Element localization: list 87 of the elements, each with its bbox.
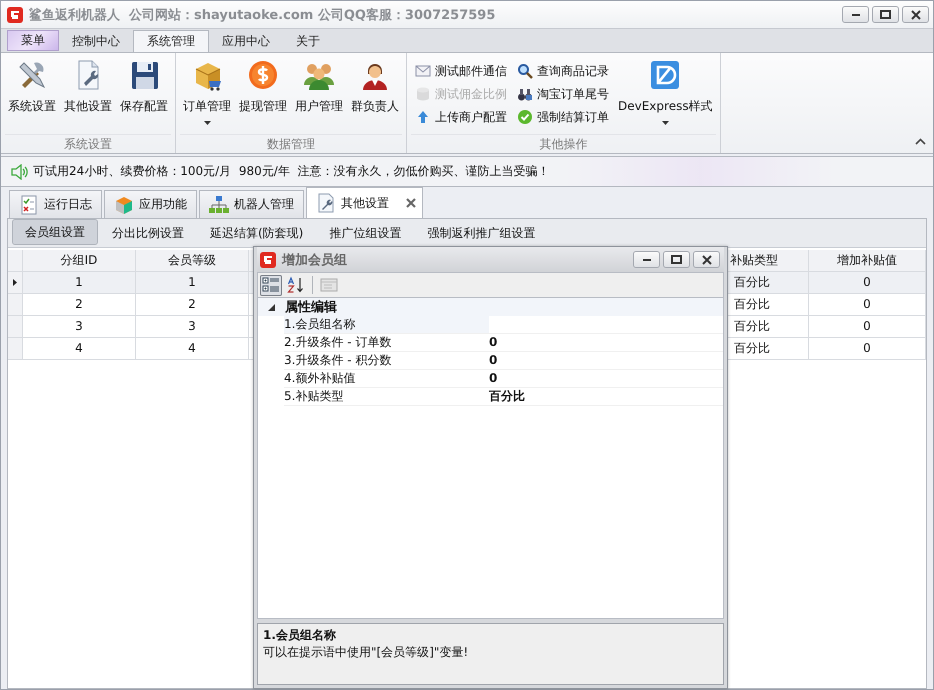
magnifier-icon bbox=[517, 63, 533, 79]
categorized-icon bbox=[262, 276, 280, 294]
window-title: 鲨鱼返利机器人 公司网站：shayutaoke.com 公司QQ客服：3007257595 bbox=[29, 6, 496, 24]
envelope-icon bbox=[415, 63, 431, 79]
ribbon-button[interactable]: 提现管理 bbox=[235, 57, 291, 134]
sort-icon bbox=[287, 276, 305, 294]
table-cell: 4 bbox=[23, 338, 136, 359]
ribbon-button[interactable]: 查询商品记录 bbox=[517, 61, 609, 81]
ribbon-button[interactable]: 淘宝订单尾号 bbox=[517, 84, 609, 104]
stylized-d-icon bbox=[649, 59, 682, 91]
property-name[interactable]: 1.会员组名称 bbox=[284, 316, 489, 333]
app-logo-icon bbox=[260, 252, 276, 268]
document-tab[interactable]: 机器人管理 bbox=[199, 190, 304, 218]
upload-arrow-icon bbox=[415, 109, 431, 125]
ribbon-tab[interactable]: 应用中心 bbox=[209, 31, 283, 52]
table-cell: 0 bbox=[809, 338, 926, 359]
group-caption: 系统设置 bbox=[5, 134, 171, 153]
sub-tab[interactable]: 推广位组设置 bbox=[317, 221, 414, 245]
ribbon-button[interactable]: 上传商户配置 bbox=[415, 107, 507, 127]
close-icon[interactable] bbox=[406, 198, 416, 208]
close-button[interactable] bbox=[902, 6, 929, 23]
coin-stack-icon bbox=[415, 86, 431, 102]
check-circle-icon bbox=[517, 109, 533, 125]
document-tab[interactable]: 其他设置 bbox=[306, 187, 423, 218]
wrench-document-icon bbox=[316, 193, 336, 213]
table-cell: 2 bbox=[23, 294, 136, 315]
table-cell: 0 bbox=[809, 316, 926, 337]
ribbon-tab[interactable]: 控制中心 bbox=[59, 31, 133, 52]
document-tab[interactable]: 应用功能 bbox=[104, 190, 197, 218]
dialog-title: 增加会员组 bbox=[282, 252, 347, 268]
speaker-icon bbox=[11, 164, 29, 180]
table-cell: 3 bbox=[136, 316, 249, 337]
description-title: 1.会员组名称 bbox=[263, 627, 337, 644]
row-indicator-icon bbox=[13, 279, 17, 286]
maximize-icon bbox=[671, 255, 682, 264]
column-header: 会员等级 bbox=[136, 250, 249, 271]
minimize-icon bbox=[852, 14, 860, 16]
group-caption: 数据管理 bbox=[180, 134, 402, 153]
table-cell: 1 bbox=[136, 272, 249, 293]
maximize-button[interactable] bbox=[663, 251, 690, 268]
sub-tab[interactable]: 分出比例设置 bbox=[100, 221, 196, 245]
app-menu-button[interactable]: 菜单 bbox=[7, 30, 59, 51]
ribbon-button[interactable]: 强制结算订单 bbox=[517, 107, 609, 127]
ribbon-button[interactable]: 系统设置 bbox=[4, 57, 60, 134]
document-tab[interactable]: 运行日志 bbox=[9, 190, 102, 218]
categorized-button[interactable] bbox=[260, 274, 282, 296]
dollar-coin-icon bbox=[247, 59, 279, 91]
table-cell: 1 bbox=[23, 272, 136, 293]
minimize-button[interactable] bbox=[633, 251, 660, 268]
ribbon-button[interactable]: 测试邮件通信 bbox=[415, 61, 507, 81]
ribbon-button[interactable]: 保存配置 bbox=[116, 57, 172, 134]
sub-tab[interactable]: 延迟结算(防套现) bbox=[198, 221, 316, 245]
ribbon-button[interactable]: 订单管理 bbox=[179, 57, 235, 134]
column-header: 分组ID bbox=[23, 250, 136, 271]
ribbon-tab[interactable]: 系统管理 bbox=[133, 30, 209, 52]
ribbon-button[interactable]: DevExpress样式 bbox=[614, 57, 717, 134]
minimize-button[interactable] bbox=[842, 6, 869, 23]
table-cell: 3 bbox=[23, 316, 136, 337]
close-icon bbox=[910, 10, 920, 20]
close-button[interactable] bbox=[693, 251, 720, 268]
sub-tab[interactable]: 强制返利推广组设置 bbox=[415, 221, 548, 245]
table-cell: 2 bbox=[136, 294, 249, 315]
property-pages-icon bbox=[320, 276, 338, 294]
table-cell: 4 bbox=[136, 338, 249, 359]
collapse-ribbon-icon bbox=[915, 138, 926, 145]
maximize-icon bbox=[880, 10, 891, 19]
minimize-icon bbox=[642, 258, 650, 260]
column-header: 增加补贴值 bbox=[809, 250, 926, 271]
checklist-icon bbox=[19, 194, 39, 214]
network-icon bbox=[209, 194, 229, 214]
binoculars-icon bbox=[517, 86, 533, 102]
ribbon-tab[interactable]: 关于 bbox=[283, 31, 333, 52]
sub-tab[interactable]: 会员组设置 bbox=[12, 219, 98, 245]
ribbon-button[interactable]: 群负责人 bbox=[347, 57, 403, 134]
row-header-cell bbox=[8, 316, 23, 337]
cube-icon bbox=[114, 194, 134, 214]
ribbon-button[interactable]: 用户管理 bbox=[291, 57, 347, 134]
maximize-button[interactable] bbox=[872, 6, 899, 23]
table-cell: 0 bbox=[809, 272, 926, 293]
notice-text: 可试用24小时、续费价格：100元/月 980元/年 注意：没有永久，勿低价购买、谨防上当受骗！ bbox=[33, 163, 550, 180]
ribbon-button[interactable]: 其他设置 bbox=[60, 57, 116, 134]
app-logo-icon bbox=[7, 6, 23, 22]
description-text: 可以在提示语中使用"[会员等级]"变量! bbox=[263, 644, 470, 661]
group-caption: 其他操作 bbox=[411, 134, 716, 153]
category-label: 属性编辑 bbox=[285, 298, 337, 316]
table-cell: 0 bbox=[809, 294, 926, 315]
close-icon bbox=[702, 254, 712, 264]
